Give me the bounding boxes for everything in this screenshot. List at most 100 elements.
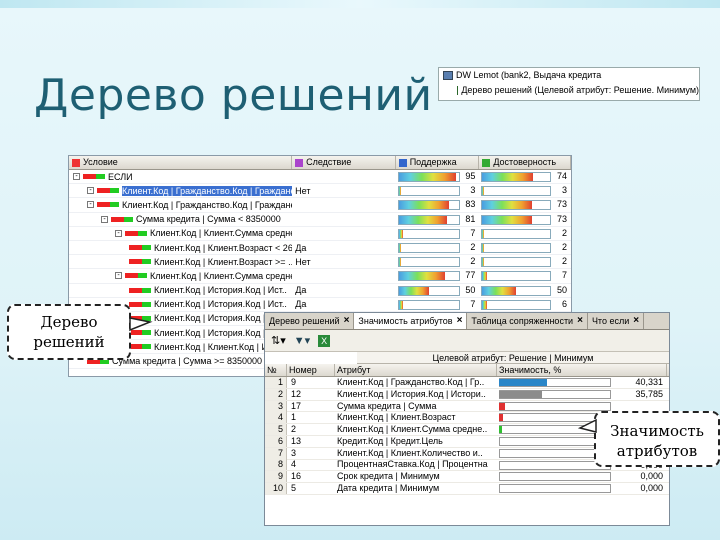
tree-row[interactable]: - Клиент.Код | Гражданство.Код | Граждане… — [69, 184, 571, 199]
support-cell: 83 — [396, 198, 480, 211]
condition-label: Клиент.Код | История.Код | Ист.. — [154, 285, 287, 296]
cell-num: 17 — [291, 400, 302, 411]
cell-no: 4 — [265, 412, 287, 424]
cell-attr: Сумма кредита | Сумма — [337, 400, 437, 411]
confidence-cell: 2 — [479, 255, 571, 268]
close-icon[interactable]: × — [577, 313, 583, 329]
cell-no: 1 — [265, 376, 287, 388]
tab-label: Таблица сопряженности — [471, 316, 574, 326]
col-outcome[interactable]: Следствие — [292, 156, 396, 169]
condition-cell: - ЕСЛИ — [69, 170, 292, 183]
expand-toggle-icon[interactable]: - — [73, 173, 80, 181]
value-number: 7 — [470, 227, 476, 238]
cell-num: 9 — [291, 376, 297, 387]
condition-label: Клиент.Код | Клиент.Код | Ист.. — [154, 341, 281, 352]
node-ratio-icon — [125, 273, 147, 279]
value-number: 83 — [465, 199, 476, 210]
col-number[interactable]: Номер — [287, 364, 335, 376]
col-support[interactable]: Поддержка — [396, 156, 480, 169]
cell-no: 6 — [265, 435, 287, 447]
tab-0[interactable]: Дерево решений × — [265, 313, 355, 329]
tree-node[interactable]: Дерево решений (Целевой атрибут: Решение… — [439, 83, 699, 98]
expand-toggle-icon[interactable]: - — [87, 187, 94, 195]
value-number: 2 — [470, 256, 476, 267]
cell-attr: Клиент.Код | Клиент.Сумма средне.. — [337, 424, 488, 435]
cell-no: 2 — [265, 388, 287, 400]
cell-num: 16 — [291, 471, 302, 482]
value-bar — [481, 257, 552, 268]
value-number: 95 — [465, 171, 476, 181]
support-icon — [398, 158, 407, 167]
close-icon[interactable]: × — [344, 313, 350, 329]
tree-row[interactable]: - Клиент.Код | Клиент.Сумма средне.. 7 2 — [69, 227, 571, 241]
condition-label: Сумма кредита | Сумма >= 8350000 — [112, 356, 263, 367]
col-attribute[interactable]: Атрибут — [335, 364, 497, 376]
tree-row[interactable]: Клиент.Код | Клиент.Возраст >= .. Нет 2 2 — [69, 255, 571, 270]
value-number: 50 — [465, 284, 476, 295]
outcome-cell: Да — [295, 242, 307, 253]
expand-toggle-icon[interactable]: - — [101, 215, 108, 223]
value-number: 7 — [561, 270, 567, 281]
close-icon[interactable]: × — [633, 313, 639, 329]
close-icon[interactable]: × — [457, 313, 463, 329]
tab-1[interactable]: Значимость атрибутов × — [354, 313, 468, 329]
importance-row[interactable]: 2 12 Клиент.Код | История.Код | Истори.. 35… — [265, 388, 669, 401]
cell-no: 9 — [265, 471, 287, 483]
outcome-icon — [295, 158, 304, 167]
importance-row[interactable]: 9 16 Срок кредита | Минимум 0,000 — [265, 471, 669, 484]
excel-icon[interactable]: X — [318, 334, 331, 347]
importance-value: 35,785 — [635, 388, 663, 399]
cell-no: 5 — [265, 424, 287, 436]
condition-label: Клиент.Код | Гражданство.Код | Граждане.… — [122, 199, 293, 210]
cell-num: 13 — [291, 435, 302, 446]
tree-row[interactable]: - Клиент.Код | Клиент.Сумма средне.. 77 7 — [69, 269, 571, 284]
expand-toggle-icon[interactable]: - — [115, 229, 122, 237]
condition-cell: - Клиент.Код | Гражданство.Код | Граждане… — [69, 184, 293, 197]
condition-label: Клиент.Код | Клиент.Сумма средне.. — [150, 270, 293, 281]
value-number: 73 — [556, 213, 567, 224]
cell-attr: Клиент.Код | Гражданство.Код | Гр.. — [337, 376, 485, 387]
condition-cell: - Клиент.Код | Гражданство.Код | Граждане… — [69, 198, 292, 211]
importance-row[interactable]: 1 9 Клиент.Код | Гражданство.Код | Гр.. 40,… — [265, 376, 669, 389]
cell-importance: 35,785 — [497, 389, 667, 400]
tree-row[interactable]: Клиент.Код | Клиент.Возраст < 26. Да 2 2 — [69, 241, 571, 256]
condition-label: ЕСЛИ — [108, 171, 133, 182]
support-cell: 7 — [396, 227, 480, 240]
value-number: 73 — [556, 199, 567, 210]
col-importance[interactable]: Значимость, % — [497, 364, 667, 376]
importance-bar — [499, 426, 502, 434]
tree-row[interactable]: - ЕСЛИ 95 74 — [69, 170, 571, 185]
model-node[interactable]: DW Lemot (bank2, Выдача кредита — [439, 68, 699, 83]
tree-row[interactable]: - Клиент.Код | Гражданство.Код | Граждане… — [69, 198, 571, 213]
sort-icon[interactable]: ⇅▾ — [271, 334, 286, 347]
callout-tree: Дерево решений — [7, 304, 131, 360]
expand-toggle-icon[interactable]: - — [87, 201, 94, 209]
tab-2[interactable]: Таблица сопряженности × — [467, 313, 588, 329]
value-number: 77 — [465, 270, 476, 281]
expand-toggle-icon[interactable]: - — [115, 272, 122, 280]
value-bar — [481, 228, 552, 239]
tree-row[interactable]: - Сумма кредита | Сумма < 8350000 81 73 — [69, 213, 571, 227]
col-no[interactable]: № — [265, 364, 287, 376]
tree-row[interactable]: Клиент.Код | История.Код | Ист.. Да 7 6 — [69, 298, 571, 312]
condition-cell: - Сумма кредита | Сумма < 8350000 — [69, 213, 292, 226]
value-bar — [397, 228, 460, 239]
cell-no: 3 — [265, 400, 287, 412]
cell-importance: 40,331 — [497, 377, 667, 388]
importance-value: 40,331 — [635, 377, 663, 387]
node-ratio-icon — [97, 188, 119, 194]
col-confidence[interactable]: Достоверность — [479, 156, 571, 169]
confidence-cell: 6 — [479, 298, 571, 311]
support-cell: 7 — [396, 298, 480, 311]
callout-importance: Значимость атрибутов — [594, 411, 720, 467]
tree-row[interactable]: Клиент.Код | История.Код | Ист.. Да 50 50 — [69, 284, 571, 298]
cell-num: 1 — [291, 412, 297, 423]
node-ratio-icon — [83, 174, 105, 180]
value-bar — [481, 242, 552, 253]
value-bar — [481, 271, 552, 282]
condition-label: Сумма кредита | Сумма < 8350000 — [136, 214, 281, 225]
filter-icon[interactable]: ▼▾ — [294, 334, 310, 347]
col-condition[interactable]: Условие — [69, 156, 293, 169]
importance-row[interactable]: 10 5 Дата кредита | Минимум 0,000 — [265, 483, 669, 495]
tab-3[interactable]: Что если × — [588, 313, 645, 329]
